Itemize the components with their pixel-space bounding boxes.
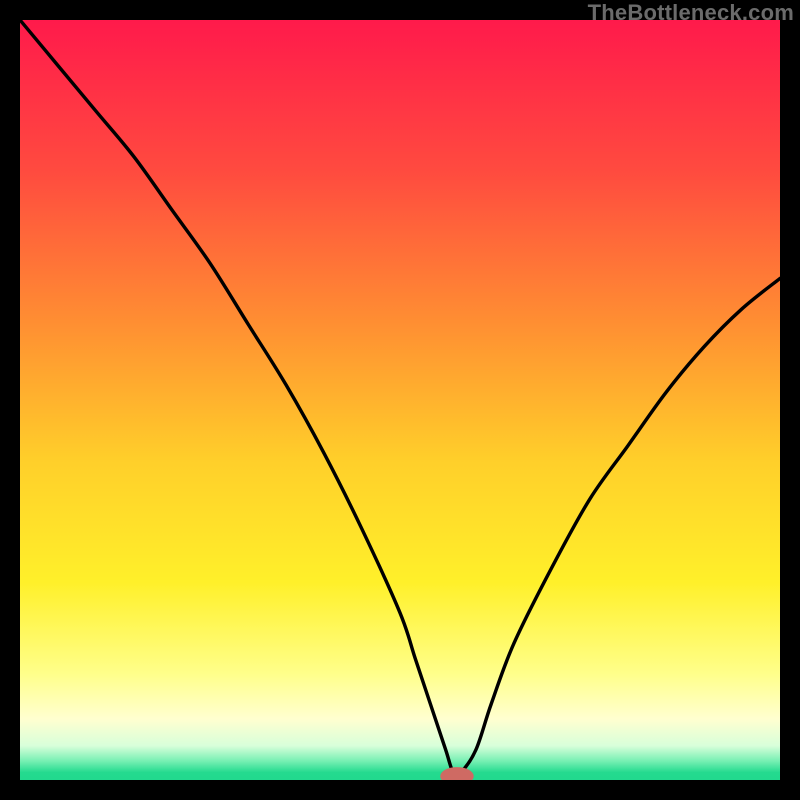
chart-frame: TheBottleneck.com [0,0,800,800]
watermark-text: TheBottleneck.com [588,0,794,26]
curve-layer [20,20,780,780]
optimal-marker [440,767,473,780]
plot-area [20,20,780,780]
bottleneck-curve [20,20,780,775]
